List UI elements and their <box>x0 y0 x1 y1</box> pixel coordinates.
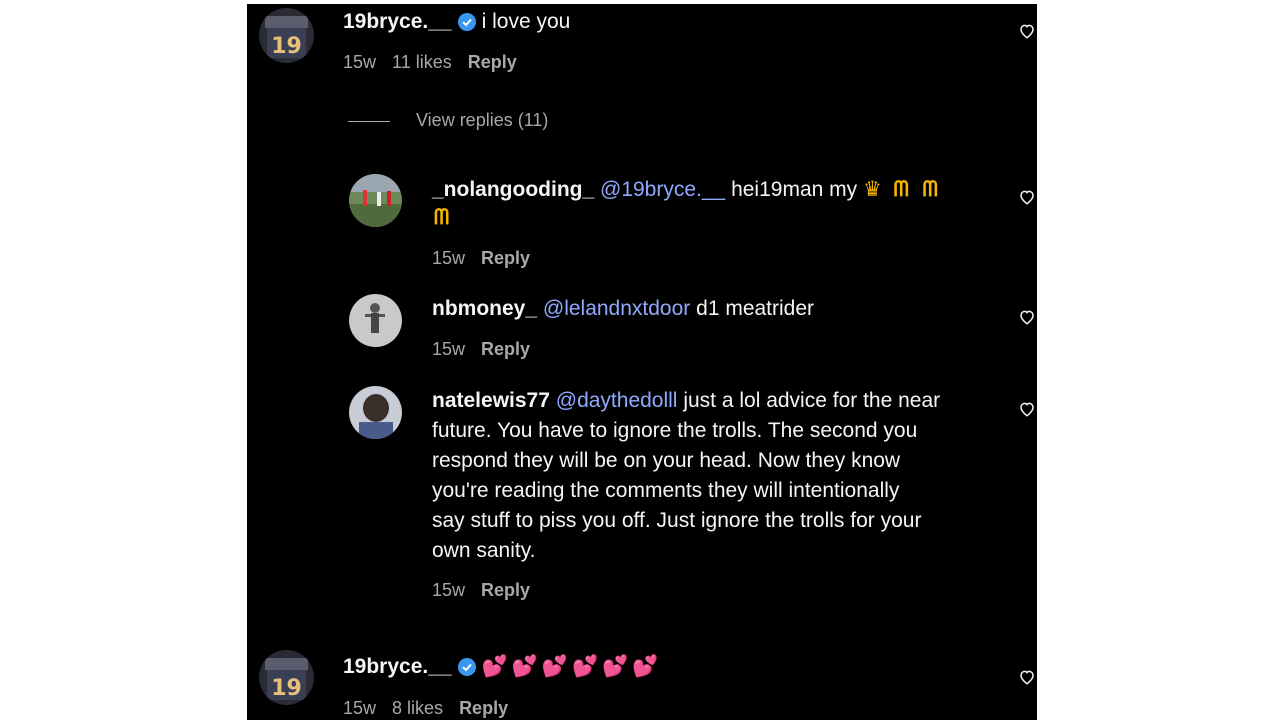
reply-line: natelewis77 @daythedolll just a lol advi… <box>432 386 940 416</box>
comment-meta: 15w 11 likes Reply <box>343 51 533 73</box>
reply-text: hei19man my <box>731 178 858 201</box>
replies-divider <box>348 120 390 122</box>
reply-button[interactable]: Reply <box>481 580 530 600</box>
heart-outline-icon[interactable] <box>1018 400 1036 418</box>
reply-meta: 15w Reply <box>432 338 546 360</box>
view-replies-label: View replies (11) <box>416 110 549 130</box>
reply-line-continued: ᗰ <box>434 203 449 233</box>
reply-button[interactable]: Reply <box>468 52 517 72</box>
svg-text:19: 19 <box>271 34 302 59</box>
reply-text: d1 meatrider <box>696 297 815 320</box>
m-glyph-icon: ᗰ <box>893 178 909 201</box>
comment-time: 15w <box>343 698 377 718</box>
verified-badge-icon <box>457 658 476 676</box>
reply-meta: 15w Reply <box>432 579 546 601</box>
avatar-natelewis77[interactable] <box>349 386 402 439</box>
reply-time: 15w <box>432 248 466 268</box>
reply-button[interactable]: Reply <box>481 339 530 359</box>
reply-line: _nolangooding_ @19bryce.__ hei19man my ♛… <box>432 174 938 205</box>
avatar-nbmoney[interactable] <box>349 294 402 347</box>
verified-badge-icon <box>457 13 476 31</box>
heart-outline-icon[interactable] <box>1018 22 1036 40</box>
reply-text-line: respond they will be on your head. Now t… <box>432 449 901 472</box>
reply-meta: 15w Reply <box>432 247 546 269</box>
comment-text: i love you <box>481 10 571 33</box>
svg-text:19: 19 <box>271 676 302 701</box>
m-glyph-icon: ᗰ <box>434 206 450 229</box>
m-glyph-icon: ᗰ <box>922 178 938 201</box>
likes-count[interactable]: 11 likes <box>392 52 452 72</box>
avatar-19bryce[interactable]: 19 <box>259 8 314 63</box>
heart-outline-icon[interactable] <box>1018 188 1036 206</box>
view-replies-button[interactable]: View replies (11) <box>348 108 548 132</box>
reply-time: 15w <box>432 339 466 359</box>
heart-outline-icon[interactable] <box>1018 668 1036 686</box>
reply-button[interactable]: Reply <box>481 248 530 268</box>
reply-line: nbmoney_ @lelandnxtdoor d1 meatrider <box>432 294 814 324</box>
reply-button[interactable]: Reply <box>459 698 508 718</box>
reply-text-line: own sanity. <box>432 539 536 562</box>
username[interactable]: _nolangooding_ <box>432 178 594 201</box>
likes-count[interactable]: 8 likes <box>392 698 443 718</box>
reply-time: 15w <box>432 580 466 600</box>
reply-text-line: just a lol advice for the near <box>683 389 941 412</box>
mention-link[interactable]: @lelandnxtdoor <box>543 297 690 320</box>
username[interactable]: 19bryce.__ <box>343 655 452 678</box>
mention-link[interactable]: @daythedolll <box>556 389 678 412</box>
reply-text-line: say stuff to piss you off. Just ignore t… <box>432 509 922 532</box>
reply-text-block: future. You have to ignore the trolls. T… <box>432 416 921 566</box>
comment-line: 19bryce.__ 💕💕💕💕💕💕 <box>343 651 662 682</box>
comments-panel: 19 19bryce.__ i love you 15w 11 likes Reply… <box>247 4 1037 720</box>
username[interactable]: 19bryce.__ <box>343 10 452 33</box>
mention-link[interactable]: @19bryce.__ <box>600 178 725 201</box>
avatar-19bryce[interactable]: 19 <box>259 650 314 705</box>
comment-line: 19bryce.__ i love you <box>343 7 570 37</box>
username[interactable]: nbmoney_ <box>432 297 537 320</box>
two-hearts-emoji-row: 💕💕💕💕💕💕 <box>481 654 663 678</box>
comment-time: 15w <box>343 52 377 72</box>
crown-icon: ♛ <box>862 177 882 201</box>
username[interactable]: natelewis77 <box>432 389 550 412</box>
heart-outline-icon[interactable] <box>1018 308 1036 326</box>
avatar-nolangooding[interactable] <box>349 174 402 227</box>
comment-meta: 15w 8 likes Reply <box>343 697 524 719</box>
reply-text-line: future. You have to ignore the trolls. T… <box>432 419 918 442</box>
reply-text-line: you're reading the comments they will in… <box>432 479 900 502</box>
